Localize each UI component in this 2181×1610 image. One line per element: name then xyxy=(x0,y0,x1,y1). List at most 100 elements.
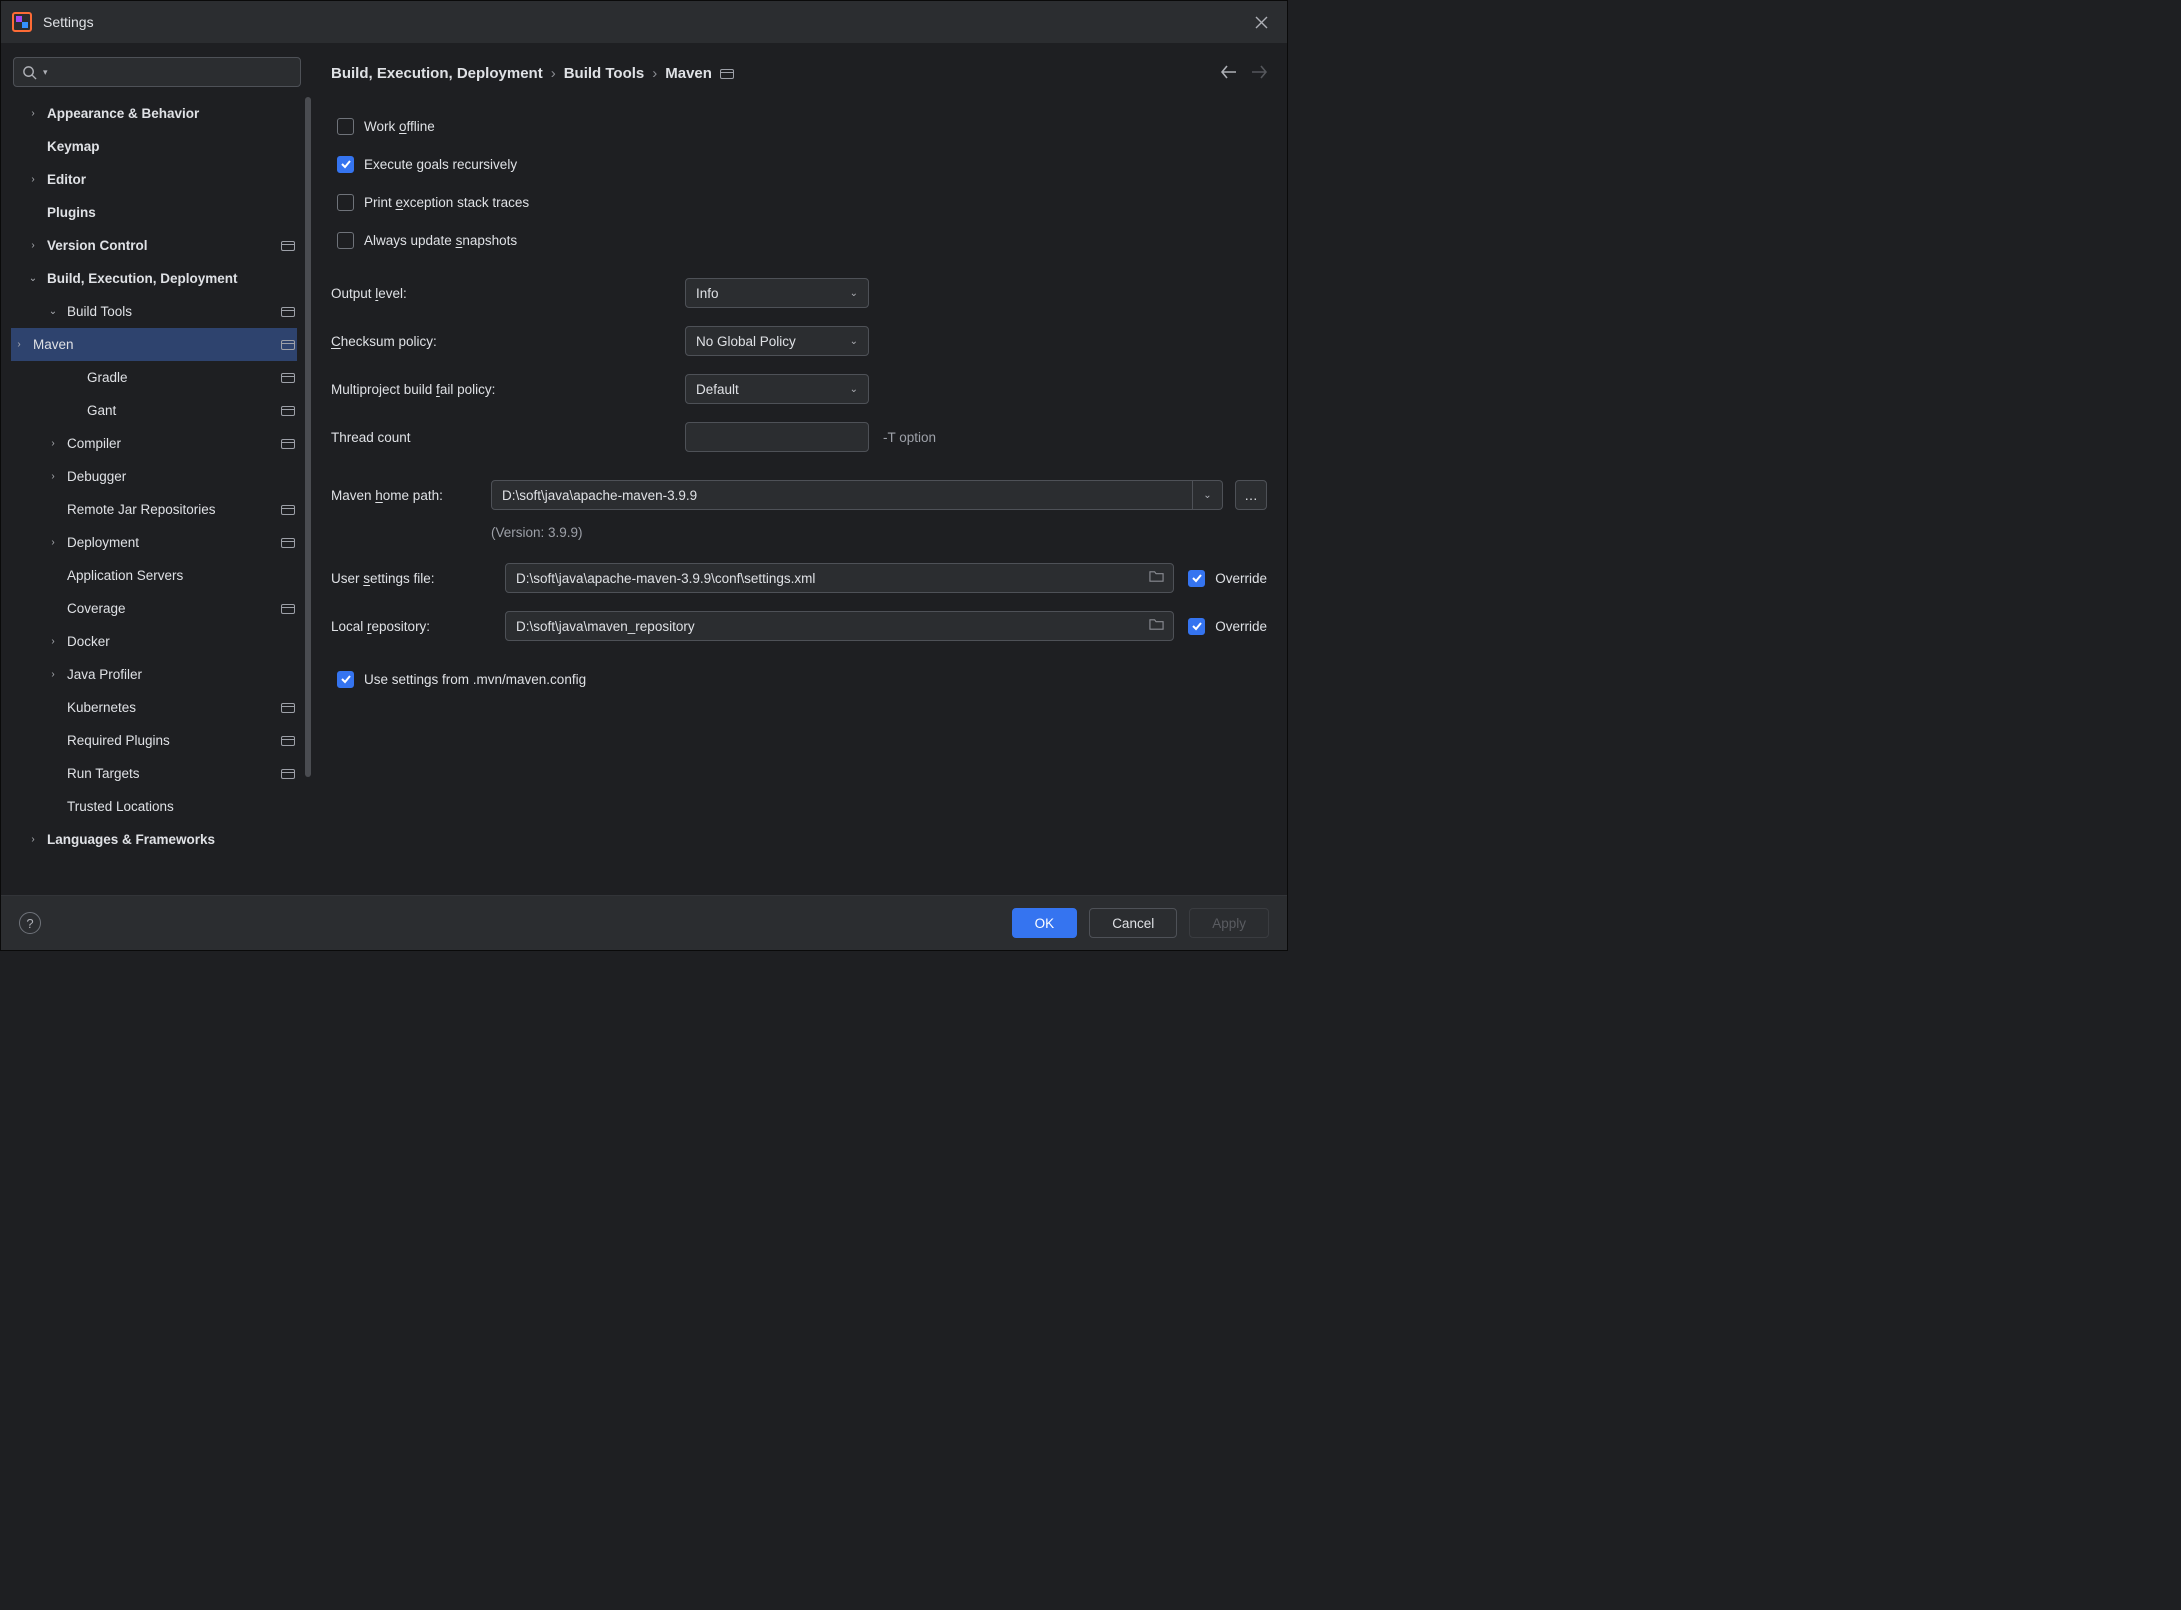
project-marker-icon xyxy=(720,65,734,82)
update-snapshots-checkbox[interactable] xyxy=(337,232,354,249)
breadcrumb-part: Build, Execution, Deployment xyxy=(331,65,543,82)
chevron-right-icon[interactable]: › xyxy=(25,106,41,122)
chevron-right-icon[interactable]: › xyxy=(45,667,61,683)
thread-count-input[interactable] xyxy=(685,422,869,452)
sidebar-item-kubernetes[interactable]: Kubernetes xyxy=(11,691,297,724)
output-level-label: Output level: xyxy=(331,286,685,301)
chevron-right-icon[interactable]: › xyxy=(25,172,41,188)
work-offline-checkbox[interactable] xyxy=(337,118,354,135)
project-marker-icon xyxy=(281,701,295,715)
user-settings-override-checkbox[interactable] xyxy=(1188,570,1205,587)
chevron-right-icon[interactable]: › xyxy=(25,238,41,254)
maven-version-text: (Version: 3.9.9) xyxy=(331,525,1267,540)
sidebar-item-label: Compiler xyxy=(67,436,275,451)
user-settings-input[interactable]: D:\soft\java\apache-maven-3.9.9\conf\set… xyxy=(505,563,1174,593)
sidebar-item-gant[interactable]: Gant xyxy=(11,394,297,427)
sidebar-item-run-targets[interactable]: Run Targets xyxy=(11,757,297,790)
sidebar-item-label: Trusted Locations xyxy=(67,799,297,814)
chevron-right-icon[interactable]: › xyxy=(45,634,61,650)
sidebar-item-remote-jar-repositories[interactable]: Remote Jar Repositories xyxy=(11,493,297,526)
chevron-right-icon[interactable]: › xyxy=(25,832,41,848)
sidebar-item-label: Appearance & Behavior xyxy=(47,106,297,121)
maven-home-label: Maven home path: xyxy=(331,488,491,503)
chevron-down-icon: ⌄ xyxy=(850,336,858,347)
sidebar-item-coverage[interactable]: Coverage xyxy=(11,592,297,625)
chevron-right-icon[interactable]: › xyxy=(11,337,27,353)
nav-back-button[interactable] xyxy=(1221,65,1237,82)
close-button[interactable] xyxy=(1245,6,1277,38)
sidebar-item-label: Build, Execution, Deployment xyxy=(47,271,297,286)
sidebar-item-plugins[interactable]: Plugins xyxy=(11,196,297,229)
print-exception-checkbox[interactable] xyxy=(337,194,354,211)
breadcrumb-sep: › xyxy=(551,65,556,82)
twisty-spacer xyxy=(45,766,61,782)
project-marker-icon xyxy=(281,536,295,550)
chevron-right-icon[interactable]: › xyxy=(45,469,61,485)
sidebar-item-compiler[interactable]: › Compiler xyxy=(11,427,297,460)
local-repo-override-checkbox[interactable] xyxy=(1188,618,1205,635)
project-marker-icon xyxy=(281,602,295,616)
fail-policy-select[interactable]: Default⌄ xyxy=(685,374,869,404)
sidebar-item-docker[interactable]: ›Docker xyxy=(11,625,297,658)
sidebar-item-required-plugins[interactable]: Required Plugins xyxy=(11,724,297,757)
output-level-select[interactable]: Info⌄ xyxy=(685,278,869,308)
sidebar-item-languages-frameworks[interactable]: ›Languages & Frameworks xyxy=(11,823,297,856)
override-label: Override xyxy=(1215,571,1267,586)
project-marker-icon xyxy=(281,503,295,517)
local-repo-input[interactable]: D:\soft\java\maven_repository xyxy=(505,611,1174,641)
sidebar-item-build-tools[interactable]: ⌄Build Tools xyxy=(11,295,297,328)
project-marker-icon xyxy=(281,404,295,418)
sidebar-item-deployment[interactable]: ›Deployment xyxy=(11,526,297,559)
execute-recursively-checkbox[interactable] xyxy=(337,156,354,173)
ok-button[interactable]: OK xyxy=(1012,908,1078,938)
sidebar-item-label: Remote Jar Repositories xyxy=(67,502,275,517)
sidebar-item-application-servers[interactable]: Application Servers xyxy=(11,559,297,592)
sidebar-item-label: Debugger xyxy=(67,469,297,484)
search-filter-icon[interactable]: ▾ xyxy=(43,67,48,78)
sidebar-item-label: Run Targets xyxy=(67,766,275,781)
use-mvn-config-checkbox[interactable] xyxy=(337,671,354,688)
project-marker-icon xyxy=(281,767,295,781)
chevron-right-icon[interactable]: › xyxy=(45,436,61,452)
sidebar-item-editor[interactable]: ›Editor xyxy=(11,163,297,196)
scrollbar-vertical[interactable] xyxy=(305,97,311,777)
sidebar-item-appearance-behavior[interactable]: › Appearance & Behavior xyxy=(11,97,297,130)
work-offline-label: Work offline xyxy=(364,119,435,134)
sidebar-item-java-profiler[interactable]: ›Java Profiler xyxy=(11,658,297,691)
chevron-down-icon: ⌄ xyxy=(850,384,858,395)
sidebar-item-debugger[interactable]: › Debugger xyxy=(11,460,297,493)
project-marker-icon xyxy=(281,734,295,748)
override-label: Override xyxy=(1215,619,1267,634)
folder-icon[interactable] xyxy=(1149,569,1164,587)
sidebar-item-maven[interactable]: ›Maven xyxy=(11,328,297,361)
chevron-right-icon[interactable]: › xyxy=(45,535,61,551)
sidebar: ▾ › Appearance & Behavior Keymap›EditorPlu… xyxy=(1,43,311,895)
window-title: Settings xyxy=(43,14,94,30)
breadcrumb: Build, Execution, Deployment › Build Too… xyxy=(331,65,734,82)
twisty-spacer xyxy=(25,139,41,155)
project-marker-icon xyxy=(281,305,295,319)
settings-tree[interactable]: › Appearance & Behavior Keymap›EditorPlugi… xyxy=(11,97,311,856)
twisty-spacer xyxy=(65,370,81,386)
sidebar-item-keymap[interactable]: Keymap xyxy=(11,130,297,163)
help-button[interactable]: ? xyxy=(19,912,41,934)
sidebar-item-label: Gradle xyxy=(87,370,275,385)
local-repo-label: Local repository: xyxy=(331,619,491,634)
folder-icon[interactable] xyxy=(1149,617,1164,635)
apply-button: Apply xyxy=(1189,908,1269,938)
checksum-policy-select[interactable]: No Global Policy⌄ xyxy=(685,326,869,356)
chevron-down-icon[interactable]: ⌄ xyxy=(25,271,41,287)
chevron-down-icon[interactable]: ⌄ xyxy=(45,304,61,320)
maven-home-input[interactable]: D:\soft\java\apache-maven-3.9.9 xyxy=(491,480,1193,510)
sidebar-item-trusted-locations[interactable]: Trusted Locations xyxy=(11,790,297,823)
sidebar-item-label: Coverage xyxy=(67,601,275,616)
search-input[interactable]: ▾ xyxy=(13,57,301,87)
cancel-button[interactable]: Cancel xyxy=(1089,908,1177,938)
maven-home-browse-button[interactable]: … xyxy=(1235,480,1267,510)
thread-count-label: Thread count xyxy=(331,430,685,445)
sidebar-item-build-execution-deployment[interactable]: ⌄ Build, Execution, Deployment xyxy=(11,262,297,295)
sidebar-item-version-control[interactable]: › Version Control xyxy=(11,229,297,262)
sidebar-item-gradle[interactable]: Gradle xyxy=(11,361,297,394)
maven-home-dropdown-button[interactable]: ⌄ xyxy=(1193,480,1223,510)
sidebar-item-label: Version Control xyxy=(47,238,275,253)
